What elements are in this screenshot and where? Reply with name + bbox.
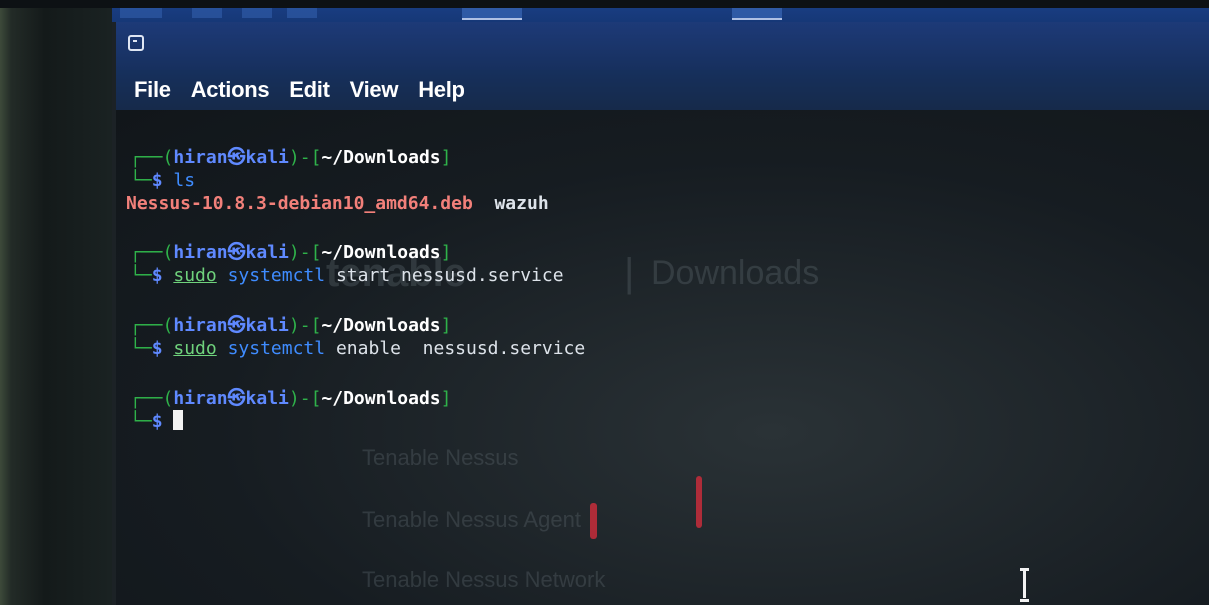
terminal-window: File Actions Edit View Help tenable | Do… [116, 22, 1209, 605]
prompt-mid: )-[ [288, 388, 322, 409]
prompt-host: kali [245, 315, 289, 336]
prompt-close: ] [440, 315, 452, 336]
command-args: start nessusd.service [335, 265, 564, 286]
prompt-host: kali [245, 147, 289, 168]
monitor-bezel [0, 0, 112, 605]
prompt-line: ┌──(hiran㉿kali)-[~/Downloads] [130, 314, 451, 337]
prompt-corner: └─ [130, 265, 152, 286]
prompt-path: ~/Downloads [321, 315, 441, 336]
folder-wazuh: wazuh [494, 193, 549, 214]
mouse-ibeam-icon [1020, 568, 1029, 602]
prompt-path: ~/Downloads [321, 388, 441, 409]
reflection-item: Tenable Nessus Network [362, 567, 606, 592]
menu-view[interactable]: View [350, 77, 399, 103]
prompt-host: kali [245, 388, 289, 409]
prompt-corner: └─ [130, 170, 152, 191]
text-cursor [173, 410, 184, 430]
prompt-dollar: $ [151, 170, 163, 191]
prompt-at-icon: ㉿ [227, 147, 246, 168]
reflection-separator: | [624, 251, 635, 295]
sudo-text: sudo [173, 338, 217, 359]
command-line: └─$ [130, 410, 184, 433]
terminal-icon[interactable] [128, 35, 144, 51]
prompt-close: ] [440, 147, 452, 168]
prompt-host: kali [245, 242, 289, 263]
prompt-corner: └─ [130, 338, 152, 359]
prompt-open: ┌──( [130, 388, 174, 409]
ls-output: Nessus-10.8.3-debian10_amd64.deb wazuh [126, 192, 549, 215]
reflection-item: Tenable Nessus [362, 445, 519, 470]
prompt-user: hiran [173, 388, 228, 409]
window-titlebar [116, 22, 1209, 70]
reflection-red-mark [696, 476, 702, 528]
sudo-text: sudo [173, 265, 217, 286]
prompt-path: ~/Downloads [321, 147, 441, 168]
command-text: systemctl [227, 265, 326, 286]
prompt-user: hiran [173, 147, 228, 168]
menu-help[interactable]: Help [418, 77, 465, 103]
prompt-user: hiran [173, 315, 228, 336]
prompt-close: ] [440, 242, 452, 263]
prompt-at-icon: ㉿ [227, 315, 246, 336]
prompt-user: hiran [173, 242, 228, 263]
menu-actions[interactable]: Actions [191, 77, 270, 103]
terminal-output[interactable]: tenable | Downloads Tenable Nessus Tenab… [116, 110, 1209, 605]
command-line: └─$ ls [130, 169, 195, 192]
prompt-at-icon: ㉿ [227, 242, 246, 263]
prompt-line: ┌──(hiran㉿kali)-[~/Downloads] [130, 241, 451, 264]
prompt-dollar: $ [151, 265, 163, 286]
command-text: ls [173, 170, 196, 191]
prompt-dollar: $ [151, 411, 163, 432]
prompt-open: ┌──( [130, 315, 174, 336]
prompt-mid: )-[ [288, 242, 322, 263]
prompt-open: ┌──( [130, 147, 174, 168]
prompt-close: ] [440, 388, 452, 409]
prompt-at-icon: ㉿ [227, 388, 246, 409]
menu-file[interactable]: File [134, 77, 171, 103]
command-line: └─$ sudo systemctl enable nessusd.servic… [130, 337, 585, 360]
reflection-downloads: Downloads [651, 254, 820, 292]
monitor-top-edge [0, 0, 1209, 8]
prompt-line: ┌──(hiran㉿kali)-[~/Downloads] [130, 146, 451, 169]
prompt-open: ┌──( [130, 242, 174, 263]
file-deb: Nessus-10.8.3-debian10_amd64.deb [126, 193, 473, 214]
menu-edit[interactable]: Edit [289, 77, 330, 103]
prompt-corner: └─ [130, 411, 152, 432]
prompt-line: ┌──(hiran㉿kali)-[~/Downloads] [130, 387, 451, 410]
menu-bar: File Actions Edit View Help [116, 70, 1209, 110]
reflection-item: Tenable Nessus Agent [362, 507, 581, 532]
prompt-path: ~/Downloads [321, 242, 441, 263]
command-args: enable nessusd.service [335, 338, 586, 359]
prompt-mid: )-[ [288, 147, 322, 168]
command-line: └─$ sudo systemctl start nessusd.service [130, 264, 564, 287]
command-text: systemctl [227, 338, 326, 359]
prompt-dollar: $ [151, 338, 163, 359]
prompt-mid: )-[ [288, 315, 322, 336]
reflection-red-mark [590, 503, 597, 539]
